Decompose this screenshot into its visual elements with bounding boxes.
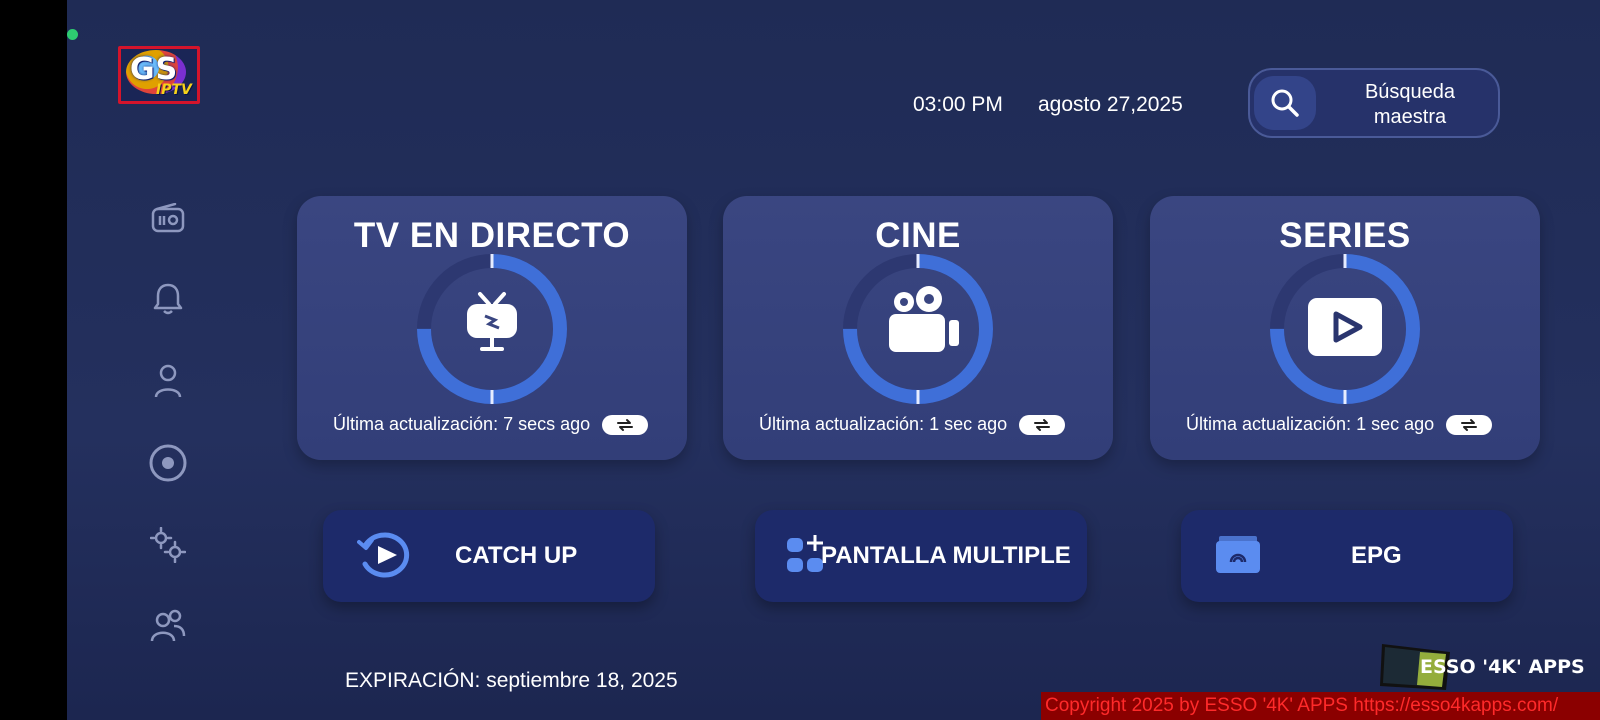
- epg-button[interactable]: EPG: [1181, 510, 1513, 602]
- epg-icon: [1216, 536, 1260, 573]
- card-title: TV EN DIRECTO: [353, 216, 631, 255]
- refresh-button[interactable]: [1446, 414, 1493, 435]
- card-update-text: Última actualización: 1 sec ago: [1186, 414, 1493, 435]
- action-label: EPG: [1351, 542, 1402, 569]
- app-logo: GS IPTV: [118, 44, 204, 110]
- refresh-icon: [617, 418, 634, 431]
- refresh-icon: [1034, 418, 1051, 431]
- master-search-button[interactable]: Búsqueda maestra: [1248, 68, 1500, 138]
- multi-screen-button[interactable]: PANTALLA MULTIPLE: [755, 510, 1087, 602]
- copyright-banner: Copyright 2025 by ESSO '4K' APPS https:/…: [1041, 692, 1600, 720]
- expiry-text: EXPIRACIÓN: septiembre 18, 2025: [345, 669, 678, 692]
- search-icon: [1254, 76, 1316, 130]
- catch-up-button[interactable]: CATCH UP: [323, 510, 655, 602]
- record-icon[interactable]: [148, 443, 188, 483]
- card-title: CINE: [875, 216, 961, 255]
- card-series[interactable]: SERIES Última actualización: 1 sec ago: [1150, 196, 1540, 460]
- card-cine[interactable]: CINE Última actualización: 1 sec ago: [723, 196, 1113, 460]
- action-label: PANTALLA MULTIPLE: [821, 542, 1071, 569]
- card-update-text: Última actualización: 7 secs ago: [333, 414, 649, 435]
- status-dot: [67, 29, 78, 40]
- movie-camera-icon: [889, 286, 959, 352]
- left-black-strip: [0, 0, 67, 720]
- play-icon: [1308, 298, 1382, 356]
- users-icon[interactable]: [148, 606, 188, 646]
- user-icon[interactable]: [148, 361, 188, 401]
- settings-icon[interactable]: [148, 525, 188, 565]
- card-live-tv[interactable]: TV EN DIRECTO Última actualización: 7 se…: [297, 196, 687, 460]
- refresh-icon: [1461, 418, 1478, 431]
- radio-icon[interactable]: [148, 198, 188, 238]
- progress-ring: [417, 254, 567, 404]
- refresh-button[interactable]: [602, 414, 649, 435]
- tv-icon: [467, 292, 517, 351]
- progress-ring: [1270, 254, 1420, 404]
- catch-up-icon: [357, 532, 410, 578]
- refresh-button[interactable]: [1019, 414, 1066, 435]
- card-update-text: Última actualización: 1 sec ago: [759, 414, 1066, 435]
- progress-ring: [843, 254, 993, 404]
- clock-time: 03:00 PM: [913, 93, 1003, 116]
- card-title: SERIES: [1279, 216, 1411, 255]
- clock-date: agosto 27,2025: [1038, 93, 1183, 116]
- search-label: Búsqueda maestra: [1364, 81, 1456, 128]
- brand-watermark: ESSO '4K' APPS: [1380, 642, 1600, 690]
- bell-icon[interactable]: [148, 279, 188, 319]
- action-label: CATCH UP: [455, 542, 578, 569]
